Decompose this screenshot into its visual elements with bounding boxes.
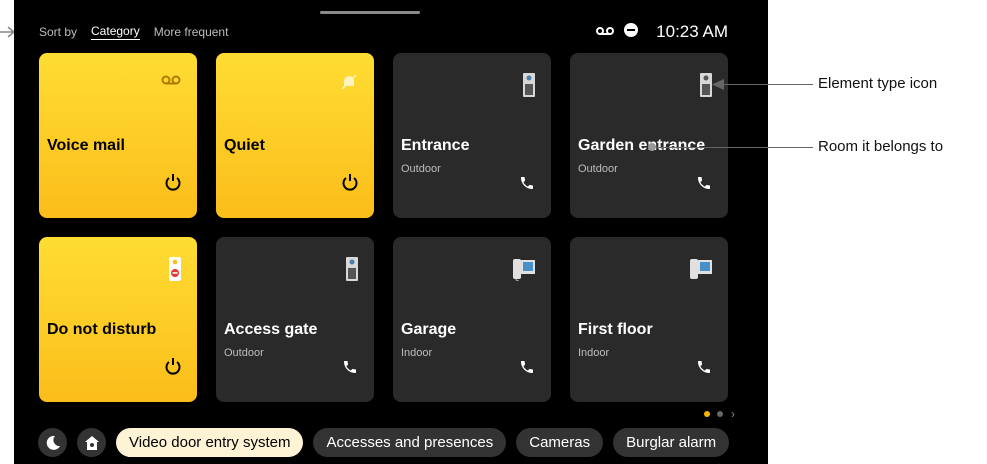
- intercom-handset-icon: [690, 257, 712, 286]
- power-icon[interactable]: [165, 173, 181, 196]
- tile-voice-mail[interactable]: Voice mail: [39, 53, 197, 218]
- tile-title: Entrance: [401, 137, 470, 154]
- phone-icon[interactable]: [696, 359, 712, 380]
- night-mode-button[interactable]: [38, 428, 67, 457]
- tile-quiet[interactable]: Quiet: [216, 53, 374, 218]
- tile-room: Outdoor: [401, 163, 441, 175]
- callout-line-type: [718, 84, 813, 85]
- page-dot[interactable]: [717, 411, 723, 417]
- tile-title: First floor: [578, 321, 653, 338]
- category-pill-accesses[interactable]: Accesses and presences: [313, 428, 507, 457]
- tile-title: Garage: [401, 321, 457, 338]
- moon-icon: [46, 435, 60, 450]
- drag-handle[interactable]: [320, 11, 420, 14]
- home-icon: [84, 435, 99, 450]
- tile-room: Indoor: [578, 347, 610, 359]
- tile-first-floor[interactable]: First floor Indoor: [570, 237, 728, 402]
- tile-garage[interactable]: Garage Indoor: [393, 237, 551, 402]
- category-bar: Video door entry system Accesses and pre…: [38, 428, 730, 457]
- category-pill-burglar-alarm[interactable]: Burglar alarm: [613, 428, 730, 457]
- sort-bar: Sort by Category More frequent: [39, 24, 228, 40]
- category-pill-video-door-entry[interactable]: Video door entry system: [116, 428, 304, 457]
- status-bar: 10:23 AM: [596, 22, 728, 42]
- door-entry-panel-icon: [346, 257, 358, 286]
- tile-title: Do not disturb: [47, 321, 157, 338]
- callout-element-type: Element type icon: [818, 75, 938, 92]
- tile-entrance[interactable]: Entrance Outdoor: [393, 53, 551, 218]
- category-pill-cameras[interactable]: Cameras: [516, 428, 604, 457]
- phone-icon[interactable]: [696, 175, 712, 196]
- voicemail-icon: [161, 73, 181, 91]
- phone-icon[interactable]: [342, 359, 358, 380]
- home-button[interactable]: [77, 428, 106, 457]
- phone-icon[interactable]: [519, 359, 535, 380]
- do-not-disturb-status-icon: [624, 22, 639, 42]
- do-not-disturb-hanger-icon: [169, 257, 181, 286]
- door-entry-panel-icon: [700, 73, 712, 102]
- callout-room: Room it belongs to: [818, 138, 944, 155]
- tile-do-not-disturb[interactable]: Do not disturb: [39, 237, 197, 402]
- tile-title: Quiet: [224, 137, 265, 154]
- callout-line-room: [652, 147, 813, 148]
- sort-label: Sort by: [39, 25, 78, 39]
- chevron-right-icon[interactable]: ›: [731, 407, 735, 421]
- power-icon[interactable]: [165, 357, 181, 380]
- intercom-handset-icon: [513, 257, 535, 286]
- power-icon[interactable]: [342, 173, 358, 196]
- muted-bell-icon: [340, 73, 358, 96]
- tile-title: Access gate: [224, 321, 318, 338]
- tile-room: Outdoor: [578, 163, 618, 175]
- tile-room: Outdoor: [224, 347, 264, 359]
- page-indicator[interactable]: ›: [704, 407, 735, 421]
- sort-option-category[interactable]: Category: [91, 24, 140, 40]
- voicemail-status-icon: [596, 23, 615, 41]
- tile-access-gate[interactable]: Access gate Outdoor: [216, 237, 374, 402]
- device-screen: Sort by Category More frequent 10:23 AM …: [14, 0, 768, 464]
- tile-title: Voice mail: [47, 137, 125, 154]
- phone-icon[interactable]: [519, 175, 535, 196]
- callout-dot: [648, 143, 656, 151]
- clock: 10:23 AM: [656, 22, 728, 41]
- door-entry-panel-icon: [523, 73, 535, 102]
- page-dot-active[interactable]: [704, 411, 710, 417]
- sort-option-more-frequent[interactable]: More frequent: [154, 25, 229, 39]
- tile-garden-entrance[interactable]: Garden entrance Outdoor: [570, 53, 728, 218]
- tile-room: Indoor: [401, 347, 433, 359]
- arrow-right-icon: [0, 26, 14, 38]
- tile-title: Garden entrance: [578, 137, 706, 154]
- arrow-left-icon: [712, 79, 724, 90]
